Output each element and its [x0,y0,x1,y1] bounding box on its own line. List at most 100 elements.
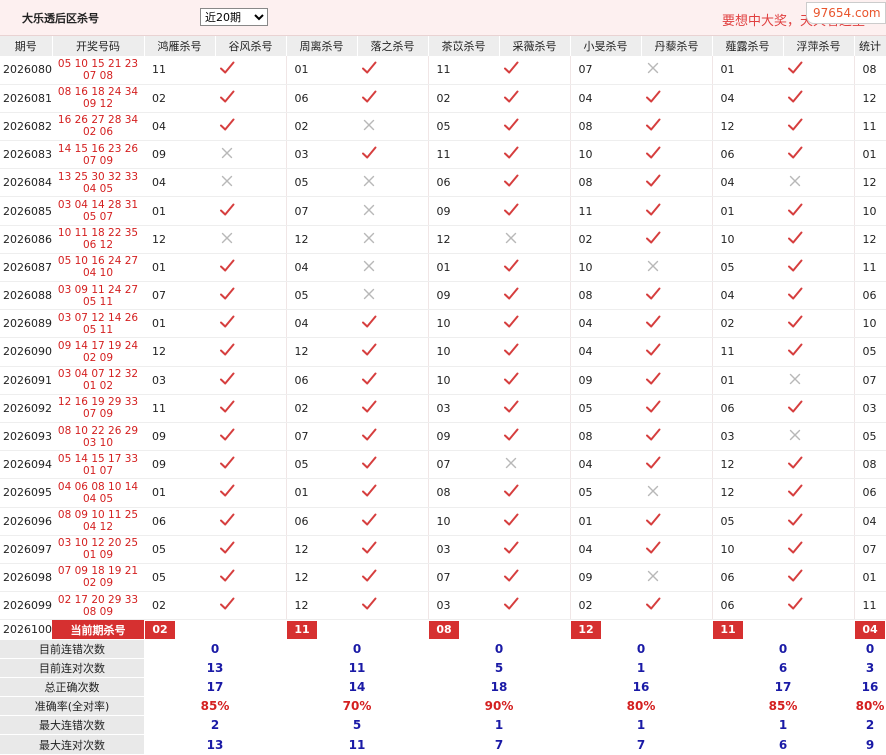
kill-number: 04 [570,535,641,564]
kill-number: 12 [144,225,215,254]
kill-number: 02 [570,225,641,254]
table-row: 202608216 26 27 28 3402 0604020508121108… [0,112,886,142]
check-icon [786,144,804,162]
kill-number: 05 [854,337,886,367]
result-mark [783,337,855,367]
check-icon [218,313,236,331]
kill-number: 12 [286,591,357,621]
check-icon [786,539,804,557]
summary-value: 80% [854,696,886,716]
kill-number: 10 [428,366,499,395]
cross-icon [502,454,520,472]
period-cell: 2026086 [0,225,52,254]
summary-value: 9 [854,734,886,754]
check-icon [644,285,662,303]
kill-number: 03 [712,422,783,452]
check-icon [360,567,378,585]
check-icon [218,482,236,500]
draw-numbers-cell: 07 09 18 19 21 02 09 [52,563,144,593]
check-icon [218,59,236,77]
kill-number: 12 [854,168,886,198]
summary-value: 85% [712,696,854,716]
back-numbers: 09 12 [82,98,114,111]
period-cell: 2026088 [0,281,52,311]
check-icon [218,88,236,106]
check-icon [218,285,236,303]
col-header-expert: 鸿雁杀号 [144,36,216,56]
check-icon [644,370,662,388]
result-mark [783,478,855,508]
check-icon [502,426,520,444]
kill-number: 09 [144,450,215,480]
kill-number: 10 [712,225,783,254]
draw-numbers-cell: 16 26 27 28 34 02 06 [52,112,144,142]
back-numbers: 04 05 [82,492,114,505]
check-icon [502,567,520,585]
check-icon [786,285,804,303]
result-mark [357,563,429,593]
back-numbers: 05 11 [82,323,114,336]
kill-number: 10 [854,309,886,339]
front-numbers: 05 10 16 24 27 [57,255,139,268]
current-period: 2026100 [3,623,52,637]
table-row: 202608413 25 30 32 3304 0504050608041201… [0,168,886,198]
current-kill-number: 11 [713,620,743,639]
result-mark [357,478,429,508]
result-mark [357,140,429,170]
result-mark [783,140,855,170]
period-select[interactable]: 近20期 [200,8,268,26]
summary-value: 3 [854,658,886,678]
summary-value: 6 [712,734,854,754]
kill-number: 12 [286,225,357,254]
draw-numbers-cell: 03 10 12 20 25 01 09 [52,535,144,564]
result-mark [357,337,429,367]
kill-number: 05 [144,535,215,564]
cross-icon [502,229,520,247]
kill-number: 03 [144,366,215,395]
back-numbers: 07 09 [82,408,114,421]
kill-number: 12 [712,112,783,142]
summary-value: 7 [428,734,570,754]
result-mark [641,422,713,452]
cross-icon [360,229,378,247]
kill-number: 06 [428,168,499,198]
summary-value: 7 [570,734,712,754]
kill-number: 10 [570,253,641,283]
kill-number: 01 [712,196,783,226]
back-numbers: 02 09 [82,351,114,364]
back-numbers: 01 07 [82,464,114,477]
kill-number: 01 [144,196,215,226]
result-mark [641,563,713,593]
kill-number: 03 [428,394,499,423]
kill-number: 11 [854,253,886,283]
check-icon [360,341,378,359]
kill-number: 01 [712,366,783,395]
result-mark [215,56,287,85]
cross-icon [786,172,804,190]
period-cell: 2026081 [0,84,52,113]
kill-number: 07 [570,56,641,85]
kill-number: 04 [854,507,886,536]
kill-number: 04 [286,253,357,283]
kill-number: 11 [428,56,499,85]
check-icon [218,595,236,613]
summary-value: 90% [428,696,570,716]
result-mark [499,281,571,311]
kill-number: 02 [570,591,641,621]
summary-value: 70% [286,696,428,716]
current-kill-cell: 02 [144,620,286,640]
result-mark [215,309,287,339]
check-icon [218,567,236,585]
kill-number: 04 [286,309,357,339]
kill-number: 05 [428,112,499,142]
draw-numbers-cell: 08 16 18 24 34 09 12 [52,84,144,113]
kill-number: 01 [286,478,357,508]
cross-icon [644,482,662,500]
draw-numbers-cell: 14 15 16 23 26 07 09 [52,140,144,170]
kill-number: 07 [144,281,215,311]
check-icon [360,426,378,444]
period-cell: 2026099 [0,591,52,621]
result-mark [641,450,713,480]
draw-numbers-cell: 05 10 15 21 23 07 08 [52,56,144,85]
summary-value: 13 [144,658,286,678]
